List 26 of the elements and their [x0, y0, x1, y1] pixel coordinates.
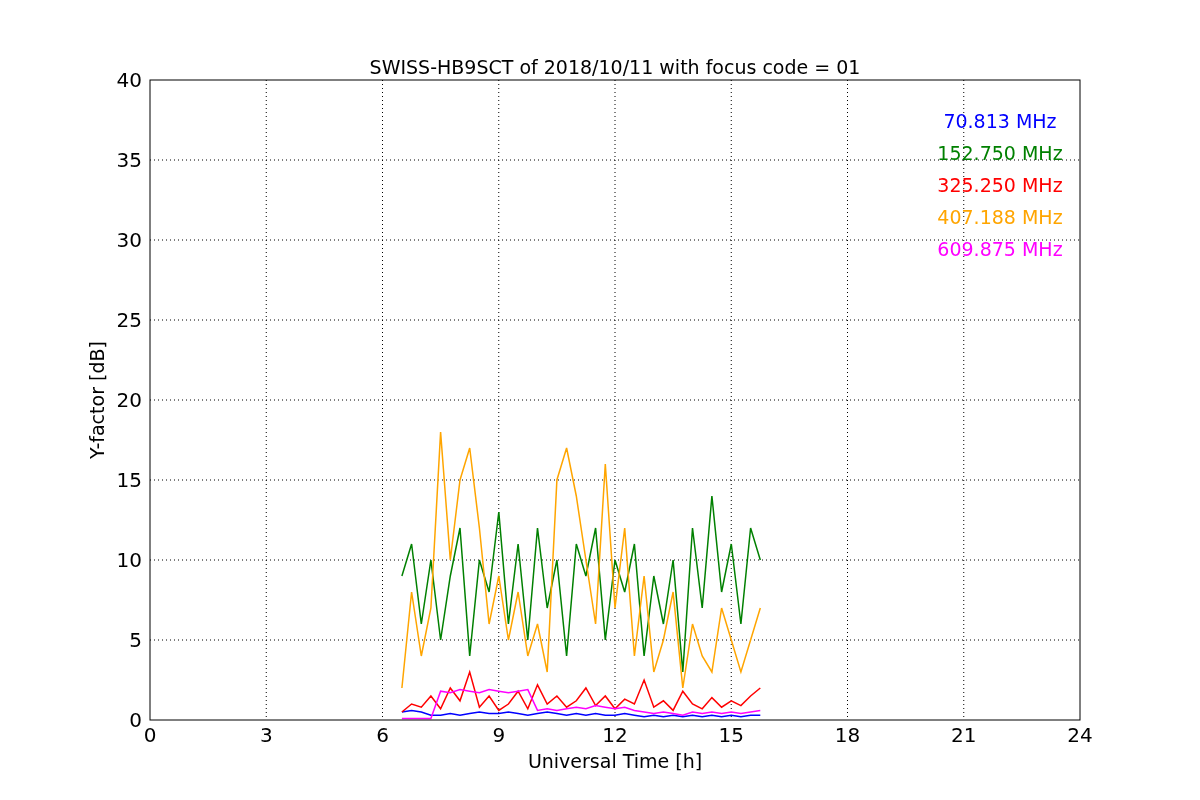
tick-label: 5 — [129, 628, 142, 652]
tick-label: 9 — [492, 723, 506, 747]
tick-label: 24 — [1067, 723, 1093, 747]
tick-label: 30 — [116, 228, 142, 252]
tick-label: 0 — [129, 708, 142, 732]
axis-title: Universal Time [h] — [527, 750, 703, 772]
axis-title: Y-factor [dB] — [86, 341, 108, 459]
legend-label: 152.750 MHz — [937, 142, 1063, 164]
chart-title: SWISS-HB9SCT of 2018/10/11 with focus code = 01 — [369, 56, 861, 78]
tick-label: 20 — [116, 388, 142, 412]
tick-label: 6 — [376, 723, 389, 747]
tick-label: 25 — [116, 308, 142, 332]
tick-label: 10 — [116, 548, 142, 572]
legend-label: 609.875 MHz — [937, 238, 1063, 260]
tick-label: 15 — [116, 468, 142, 492]
tick-label: 40 — [116, 68, 142, 92]
tick-label: 3 — [259, 723, 273, 747]
tick-label: 21 — [951, 723, 977, 747]
legend-label: 70.813 MHz — [943, 110, 1057, 132]
legend-label: 407.188 MHz — [937, 206, 1063, 228]
tick-label: 15 — [718, 723, 744, 747]
tick-label: 18 — [834, 723, 861, 747]
tick-label: 35 — [116, 148, 142, 172]
legend-label: 325.250 MHz — [937, 174, 1063, 196]
tick-label: 12 — [602, 723, 628, 747]
tick-label: 0 — [143, 723, 157, 747]
